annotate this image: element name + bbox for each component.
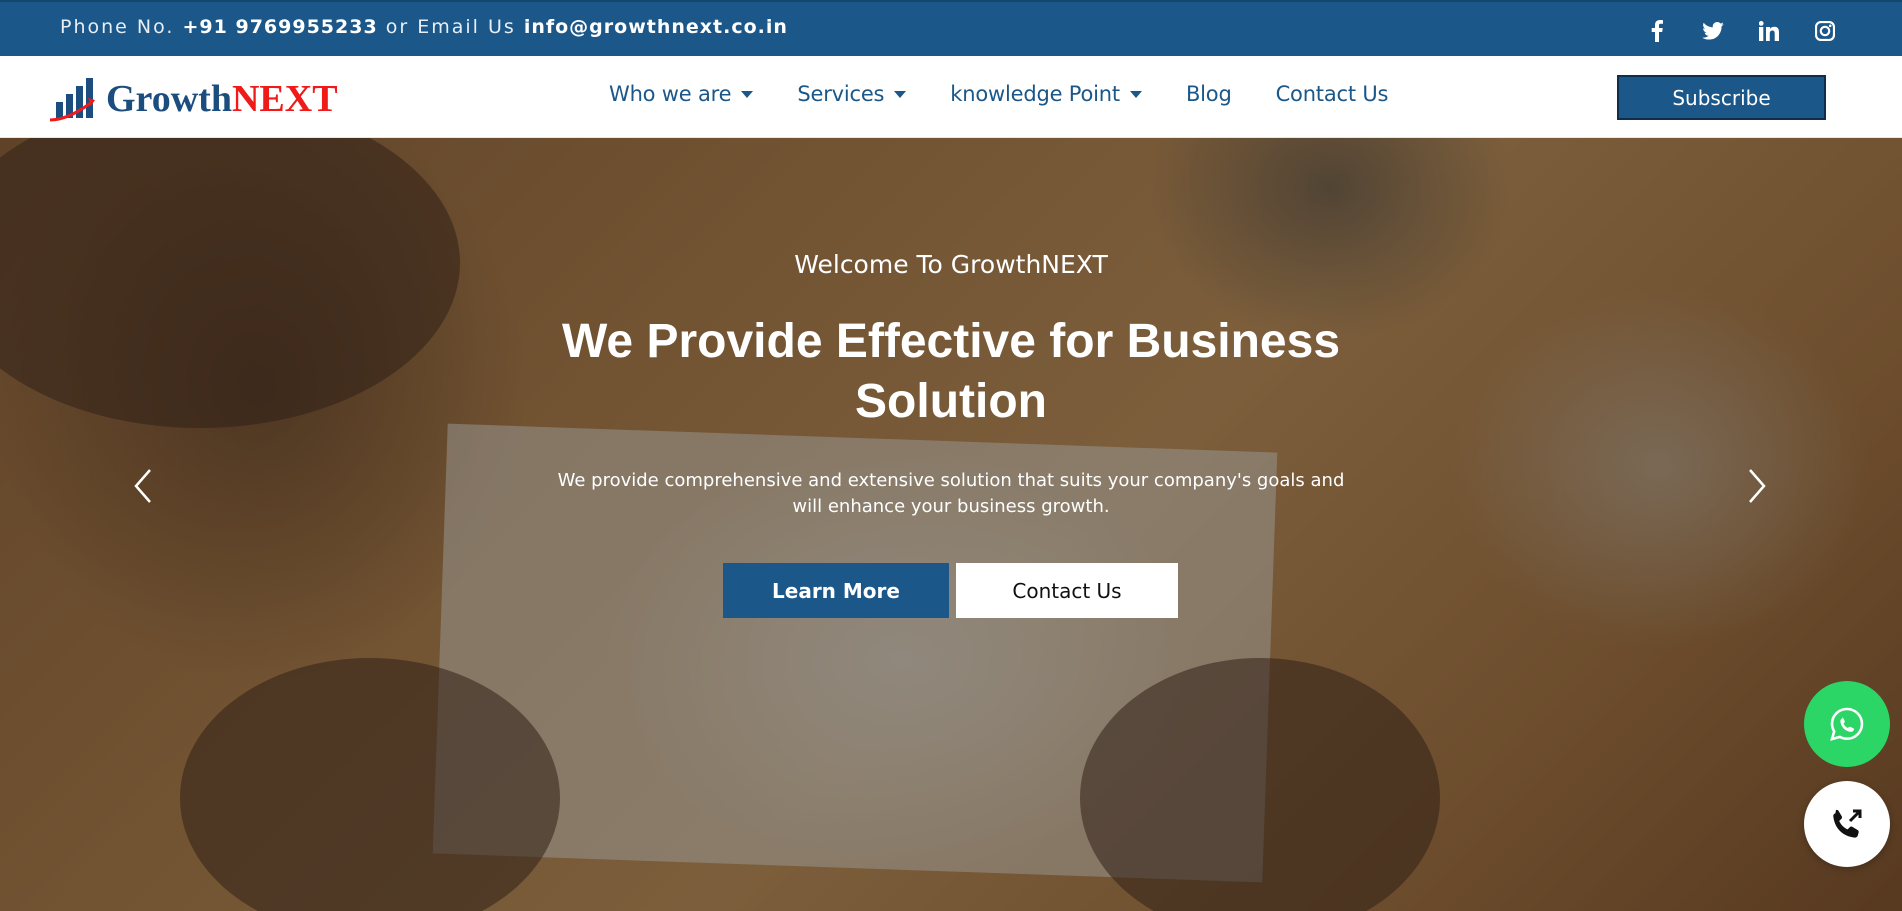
- hero-slider: Welcome To GrowthNEXT We Provide Effecti…: [0, 138, 1902, 911]
- growth-chart-logo-icon: [49, 78, 95, 122]
- nav-label: knowledge Point: [950, 82, 1120, 106]
- slider-prev-arrow-icon[interactable]: [128, 466, 158, 506]
- twitter-icon[interactable]: [1702, 20, 1724, 42]
- phone-number[interactable]: +91 9769955233: [183, 16, 378, 38]
- nav-services[interactable]: Services: [797, 82, 907, 106]
- email-prefix: or Email Us: [385, 16, 516, 38]
- nav-contact-us[interactable]: Contact Us: [1276, 82, 1389, 106]
- caret-down-icon: [894, 90, 907, 98]
- top-bar: Phone No. +91 9769955233 or Email Us inf…: [0, 0, 1902, 56]
- nav-blog[interactable]: Blog: [1186, 82, 1232, 106]
- contact-us-button[interactable]: Contact Us: [956, 563, 1178, 618]
- nav-knowledge-point[interactable]: knowledge Point: [950, 82, 1142, 106]
- whatsapp-button[interactable]: [1804, 681, 1890, 767]
- call-button[interactable]: [1804, 781, 1890, 867]
- hero-welcome: Welcome To GrowthNEXT: [794, 250, 1108, 279]
- facebook-icon[interactable]: [1646, 20, 1668, 42]
- hero-headline: We Provide Effective for Business Soluti…: [561, 315, 1341, 428]
- logo-text-growth: Growth: [106, 78, 232, 120]
- phone-call-icon: [1833, 809, 1862, 838]
- slider-next-arrow-icon[interactable]: [1742, 466, 1772, 506]
- email-address[interactable]: info@growthnext.co.in: [524, 16, 788, 38]
- nav-who-we-are[interactable]: Who we are: [609, 82, 754, 106]
- main-header: GrowthNEXT Who we are Services knowledge…: [0, 56, 1902, 138]
- hero-content: Welcome To GrowthNEXT We Provide Effecti…: [0, 138, 1902, 911]
- caret-down-icon: [741, 90, 754, 98]
- nav-label: Services: [797, 82, 885, 106]
- learn-more-button[interactable]: Learn More: [723, 563, 949, 618]
- instagram-icon[interactable]: [1814, 20, 1836, 42]
- subscribe-button[interactable]: Subscribe: [1617, 75, 1826, 120]
- caret-down-icon: [1129, 90, 1142, 98]
- logo-text-next: NEXT: [231, 78, 338, 120]
- site-logo[interactable]: GrowthNEXT: [48, 74, 338, 124]
- nav-label: Contact Us: [1275, 82, 1389, 106]
- nav-label: Blog: [1185, 82, 1232, 106]
- whatsapp-icon: [1830, 707, 1864, 741]
- main-nav: Who we are Services knowledge Point Blog…: [609, 82, 1388, 106]
- phone-prefix: Phone No.: [60, 16, 175, 38]
- linkedin-icon[interactable]: [1758, 20, 1780, 42]
- social-links: [1646, 20, 1836, 42]
- contact-info: Phone No. +91 9769955233 or Email Us inf…: [60, 16, 788, 38]
- nav-label: Who we are: [609, 82, 732, 106]
- logo-text: GrowthNEXT: [106, 77, 338, 121]
- hero-subtext: We provide comprehensive and extensive s…: [557, 470, 1345, 517]
